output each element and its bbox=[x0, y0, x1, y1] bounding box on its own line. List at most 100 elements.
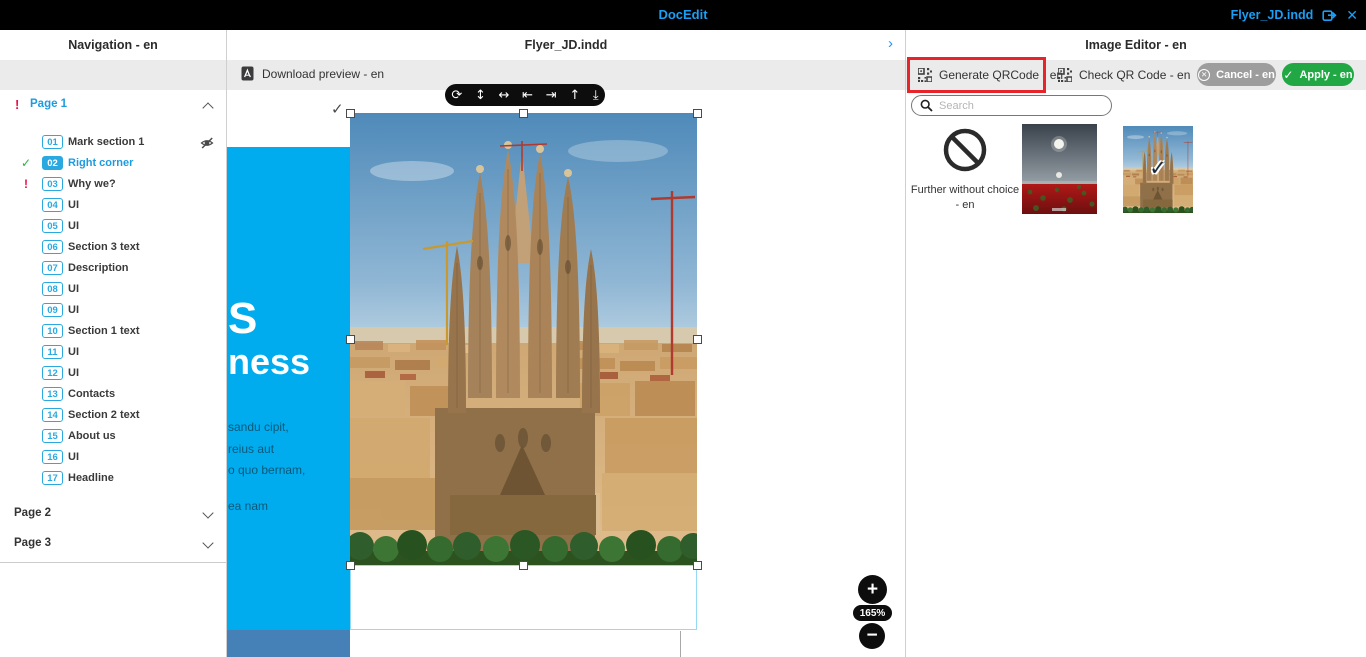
item-label: About us bbox=[68, 430, 116, 442]
navigation-tree: ! Page 1 01 Mark section 1 ✓ 02 Right co… bbox=[0, 90, 226, 563]
page-3-header[interactable]: Page 3 bbox=[0, 535, 226, 555]
page-1-label: Page 1 bbox=[30, 98, 67, 110]
selected-check-icon: ✓ bbox=[1123, 156, 1193, 181]
move-down-icon[interactable]: ⤓ bbox=[593, 89, 599, 102]
item-label: UI bbox=[68, 367, 79, 379]
cancel-label: Cancel - en bbox=[1216, 69, 1275, 81]
nav-item-12[interactable]: 12 UI bbox=[0, 363, 226, 384]
download-preview-button[interactable]: Download preview - en bbox=[241, 66, 384, 81]
export-icon[interactable] bbox=[1322, 8, 1337, 22]
check-qrcode-label: Check QR Code - en bbox=[1079, 68, 1190, 82]
item-number-badge: 10 bbox=[42, 324, 63, 338]
check-qrcode-button[interactable]: Check QR Code - en bbox=[1058, 66, 1190, 84]
handle-bottom-left[interactable] bbox=[346, 561, 355, 570]
snap-right-icon[interactable]: ⇥ bbox=[546, 89, 557, 102]
page-2-label: Page 2 bbox=[14, 507, 51, 519]
nav-item-07[interactable]: 07 Description bbox=[0, 258, 226, 279]
selected-image-sagrada[interactable] bbox=[350, 113, 697, 565]
item-label: Description bbox=[68, 262, 129, 274]
image-editor-title: Image Editor - en bbox=[906, 30, 1366, 60]
document-title: Flyer_JD.indd bbox=[227, 30, 905, 60]
generate-qrcode-button[interactable]: Generate QRCode - en bbox=[918, 66, 1063, 84]
page-1-header[interactable]: ! Page 1 bbox=[0, 96, 226, 116]
close-icon[interactable]: ✕ bbox=[1346, 8, 1358, 22]
search-icon bbox=[920, 99, 933, 112]
nav-item-13[interactable]: 13Contacts bbox=[0, 384, 226, 405]
resize-horizontal-icon[interactable]: ↔ bbox=[499, 89, 510, 102]
item-label: UI bbox=[68, 220, 79, 232]
zoom-in-button[interactable]: + bbox=[858, 575, 887, 604]
item-number-badge: 05 bbox=[42, 219, 63, 233]
item-label: Section 2 text bbox=[68, 409, 140, 421]
item-label: Contacts bbox=[68, 388, 115, 400]
nav-item-03[interactable]: ! 03 Why we? bbox=[0, 174, 226, 195]
nav-item-08[interactable]: 08UI bbox=[0, 279, 226, 300]
zoom-out-button[interactable]: − bbox=[859, 623, 885, 649]
nav-item-05[interactable]: 05 UI bbox=[0, 216, 226, 237]
item-number-badge: 16 bbox=[42, 450, 63, 464]
item-label: UI bbox=[68, 346, 79, 358]
document-editor-panel: ‹ Flyer_JD.indd › Download preview - en … bbox=[227, 30, 905, 657]
nav-item-04[interactable]: 04UI bbox=[0, 195, 226, 216]
apply-check-icon: ✓ bbox=[1283, 68, 1293, 82]
apply-button[interactable]: ✓ Apply - en bbox=[1282, 63, 1354, 86]
item-label: Section 1 text bbox=[68, 325, 140, 337]
rotate-icon[interactable]: ⟳ bbox=[451, 89, 462, 102]
qr-icon bbox=[1058, 68, 1072, 82]
hidden-eye-icon[interactable] bbox=[200, 136, 214, 154]
handle-bottom-center[interactable] bbox=[519, 561, 528, 570]
move-up-icon[interactable]: ↑ bbox=[569, 89, 580, 102]
navigation-toolbar bbox=[0, 60, 226, 90]
nav-item-15[interactable]: 15About us bbox=[0, 426, 226, 447]
cancel-button[interactable]: ✕ Cancel - en bbox=[1197, 63, 1276, 86]
page-2-header[interactable]: Page 2 bbox=[0, 505, 226, 525]
handle-top-center[interactable] bbox=[519, 109, 528, 118]
option-no-image[interactable]: Further without choice - en bbox=[909, 127, 1021, 212]
item-label: UI bbox=[68, 283, 79, 295]
item-number-badge: 02 bbox=[42, 156, 63, 170]
prohibition-icon bbox=[942, 127, 988, 173]
handle-mid-right[interactable] bbox=[693, 335, 702, 344]
chevron-up-icon[interactable] bbox=[202, 102, 213, 113]
nav-item-16[interactable]: 16UI bbox=[0, 447, 226, 468]
item-number-badge: 12 bbox=[42, 366, 63, 380]
nav-item-10[interactable]: 10 Section 1 text bbox=[0, 321, 226, 342]
nav-item-01[interactable]: 01 Mark section 1 bbox=[0, 132, 226, 153]
snap-left-icon[interactable]: ⇤ bbox=[522, 89, 533, 102]
document-canvas: S ness sandu cipit, reius aut o quo bern… bbox=[227, 90, 905, 657]
flyer-headline-line1: S bbox=[228, 296, 310, 342]
next-page-chevron[interactable]: › bbox=[884, 30, 897, 60]
topbar-doc-title: Flyer_JD.indd bbox=[1231, 8, 1314, 22]
item-label: Why we? bbox=[68, 178, 116, 190]
item-number-badge: 06 bbox=[42, 240, 63, 254]
navigation-panel: Navigation - en ! Page 1 01 Mark section… bbox=[0, 30, 227, 657]
item-number-badge: 07 bbox=[42, 261, 63, 275]
nav-item-11[interactable]: 11UI bbox=[0, 342, 226, 363]
handle-top-right[interactable] bbox=[693, 109, 702, 118]
nav-item-09[interactable]: 09UI bbox=[0, 300, 226, 321]
handle-mid-left[interactable] bbox=[346, 335, 355, 344]
resize-vertical-icon[interactable]: ↕ bbox=[475, 89, 486, 102]
handle-bottom-right[interactable] bbox=[693, 561, 702, 570]
chevron-down-icon[interactable] bbox=[202, 507, 213, 518]
flyer-body-line: sandu cipit, bbox=[228, 417, 348, 439]
nav-item-06[interactable]: 06 Section 3 text bbox=[0, 237, 226, 258]
item-number-badge: 04 bbox=[42, 198, 63, 212]
object-toolbar: ⟳ ↕ ↔ ⇤ ⇥ ↑ ⤓ bbox=[445, 84, 605, 106]
item-label: Section 3 text bbox=[68, 241, 140, 253]
page-1-error-icon: ! bbox=[15, 97, 19, 112]
flyer-blue-panel[interactable] bbox=[227, 147, 350, 630]
nav-item-02[interactable]: ✓ 02 Right corner bbox=[0, 153, 226, 174]
nav-item-14[interactable]: 14Section 2 text bbox=[0, 405, 226, 426]
nav-item-17[interactable]: 17Headline bbox=[0, 468, 226, 489]
handle-top-left[interactable] bbox=[346, 109, 355, 118]
chevron-down-icon[interactable] bbox=[202, 537, 213, 548]
error-icon: ! bbox=[18, 177, 34, 191]
flyer-body-text: sandu cipit, reius aut o quo bernam, ea … bbox=[228, 417, 348, 517]
pdf-icon bbox=[241, 66, 254, 81]
search-input[interactable] bbox=[939, 100, 1103, 112]
thumbnail-sagrada-selected[interactable]: ✓ bbox=[1123, 126, 1193, 213]
flyer-body-line: reius aut bbox=[228, 439, 348, 461]
download-preview-label: Download preview - en bbox=[262, 67, 384, 81]
thumbnail-poppy-field[interactable] bbox=[1022, 124, 1097, 214]
